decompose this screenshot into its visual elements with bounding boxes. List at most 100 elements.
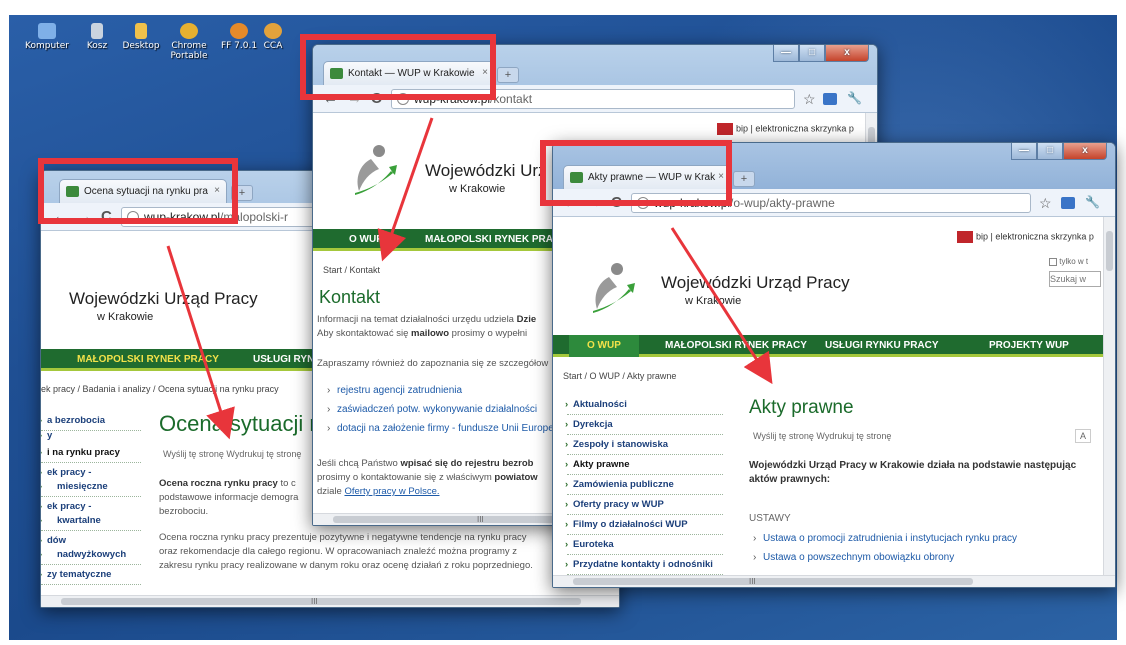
org-name: Wojewódzki Urz [425, 161, 547, 180]
side-item[interactable]: miesięczne [41, 477, 141, 497]
side-item[interactable]: ek pracy - [41, 497, 141, 516]
side-item[interactable]: i na rynku pracy [41, 443, 141, 463]
org-subtitle: w Krakowie [97, 311, 154, 323]
search-input[interactable] [1049, 271, 1101, 287]
desktop-icon-chrome-portable[interactable]: Chrome Portable [165, 23, 213, 61]
bookmark-star-icon[interactable]: ☆ [1039, 195, 1052, 212]
org-subtitle: w Krakowie [449, 183, 506, 195]
menu-item-malopolski[interactable]: MAŁOPOLSKI RYNEK PRAC [425, 234, 560, 245]
scroll-thumb [573, 578, 973, 585]
menu-item-projekty[interactable]: PROJEKTY WUP [989, 340, 1069, 351]
side-item[interactable]: y [41, 431, 141, 443]
side-item-euroteka[interactable]: Euroteka [565, 535, 723, 555]
wrench-icon[interactable]: 🔧 [847, 91, 862, 105]
wup-logo-icon [593, 263, 635, 313]
side-item[interactable]: kwartalne [41, 511, 141, 531]
cca-icon [264, 23, 282, 39]
page-actions[interactable]: Wyślij tę stronę Wydrukuj tę stronę [163, 449, 301, 459]
section-heading: USTAWY [749, 513, 791, 524]
side-item-kontakty[interactable]: Przydatne kontakty i odnośniki [565, 555, 723, 575]
wrench-icon[interactable]: 🔧 [1085, 195, 1100, 209]
link-item[interactable]: dotacji na założenie firmy - fundusze Un… [327, 423, 556, 442]
window-controls: — □ x [773, 45, 869, 63]
scroll-thumb [61, 598, 581, 605]
desktop-icon-recycle-bin[interactable]: Kosz [73, 23, 121, 51]
side-item[interactable]: nadwyżkowych [41, 545, 141, 565]
org-subtitle: w Krakowie [685, 295, 742, 307]
new-tab-button[interactable]: + [497, 67, 519, 83]
side-menu: Aktualności Dyrekcja Zespoły i stanowisk… [565, 395, 723, 575]
breadcrumb[interactable]: Start / Kontakt [323, 265, 380, 275]
page-heading: Akty prawne [749, 397, 854, 418]
breadcrumb[interactable]: ek pracy / Badania i analizy / Ocena syt… [41, 384, 279, 394]
extension-icon[interactable] [1061, 197, 1075, 209]
invite-paragraph: Zapraszamy również do zapoznania się ze … [317, 358, 549, 369]
side-item-aktualnosci[interactable]: Aktualności [565, 395, 723, 415]
highlight-box-ocena-tab [38, 158, 238, 224]
body-paragraph: Ocena roczna rynku pracy prezentuje pozy… [159, 532, 533, 571]
menu-item-uslugi[interactable]: USŁUGI RYNKU PRACY [825, 340, 939, 351]
scroll-grip: III [311, 597, 318, 606]
font-size-button[interactable]: A [1075, 429, 1092, 443]
vertical-scrollbar[interactable] [1103, 217, 1115, 575]
minimize-button[interactable]: — [1011, 143, 1037, 160]
org-name: Wojewódzki Urząd Pracy [661, 273, 850, 292]
main-menu: O WUP MAŁOPOLSKI RYNEK PRACY USŁUGI RYNK… [553, 335, 1115, 357]
scroll-grip: III [749, 577, 756, 586]
side-item[interactable]: zy tematyczne [41, 565, 141, 585]
close-button[interactable]: x [1063, 143, 1107, 160]
maximize-button[interactable]: □ [1037, 143, 1063, 160]
folder-icon [135, 23, 147, 39]
scroll-grip: III [477, 515, 484, 524]
menu-item-o-wup[interactable]: O WUP [349, 234, 383, 245]
desktop-icon-computer[interactable]: Komputer [23, 23, 71, 51]
desktop-icon-cca[interactable]: CCA [249, 23, 297, 51]
link-item[interactable]: zaświadczeń potw. wykonywanie działalnoś… [327, 404, 556, 423]
horizontal-scrollbar[interactable]: III [553, 575, 1115, 587]
side-item-oferty[interactable]: Oferty pracy w WUP [565, 495, 723, 515]
new-tab-button[interactable]: + [733, 171, 755, 187]
side-item[interactable]: a bezrobocia [41, 411, 141, 431]
breadcrumb[interactable]: Start / O WUP / Akty prawne [563, 371, 676, 381]
side-item-akty-prawne[interactable]: Akty prawne [565, 455, 723, 475]
menu-item-malopolski[interactable]: MAŁOPOLSKI RYNEK PRACY [665, 340, 807, 351]
firefox-icon [230, 23, 248, 39]
highlight-box-kontakt-tab [300, 34, 496, 100]
law-link[interactable]: Ustawa o promocji zatrudnienia i instytu… [753, 533, 1017, 552]
side-item-dyrekcja[interactable]: Dyrekcja [565, 415, 723, 435]
link-list: rejestru agencji zatrudnienia zaświadcze… [327, 385, 556, 442]
horizontal-scrollbar[interactable]: III [41, 595, 619, 607]
menu-item-malopolski[interactable]: MAŁOPOLSKI RYNEK PRACY [77, 354, 219, 365]
top-links: bip | elektroniczna skrzynka p [957, 231, 1094, 243]
side-item[interactable]: dów [41, 531, 141, 550]
extension-icon[interactable] [823, 93, 837, 105]
minimize-button[interactable]: — [773, 45, 799, 62]
highlight-box-akty-tab [540, 140, 732, 206]
bip-icon [717, 123, 733, 135]
bookmark-star-icon[interactable]: ☆ [803, 91, 816, 108]
side-item-filmy[interactable]: Filmy o działalności WUP [565, 515, 723, 535]
wup-logo-icon [355, 145, 397, 195]
side-item-zespoly[interactable]: Zespoły i stanowiska [565, 435, 723, 455]
bip-icon [957, 231, 973, 243]
menu-item-o-wup[interactable]: O WUP [569, 335, 639, 357]
law-link[interactable]: Ustawa o powszechnym obowiązku obrony [753, 552, 1017, 571]
registry-paragraph: Jeśli chcą Państwo wpisać się do rejestr… [317, 458, 538, 497]
link-item[interactable]: rejestru agencji zatrudnienia [327, 385, 556, 404]
oferty-link[interactable]: Oferty pracy w Polsce. [344, 486, 439, 497]
maximize-button[interactable]: □ [799, 45, 825, 62]
law-list: Ustawa o promocji zatrudnienia i instytu… [753, 533, 1017, 571]
side-item[interactable]: ek pracy - [41, 463, 141, 482]
browser-window-akty-prawne[interactable]: — □ x Akty prawne — WUP w Krak × + ← → C… [552, 142, 1116, 588]
close-button[interactable]: x [825, 45, 869, 62]
search-scope-checkbox[interactable]: tylko w t [1049, 257, 1088, 266]
page-heading: Kontakt [319, 287, 381, 307]
top-links: bip | elektroniczna skrzynka p [717, 123, 854, 135]
page-heading: Ocena sytuacji r [159, 411, 317, 436]
desktop-icon-desktop[interactable]: Desktop [117, 23, 165, 51]
computer-icon [38, 23, 56, 39]
chrome-icon [180, 23, 198, 39]
side-item-zamowienia[interactable]: Zamówienia publiczne [565, 475, 723, 495]
page-actions[interactable]: Wyślij tę stronę Wydrukuj tę stronę [753, 431, 891, 441]
side-menu: a bezrobocia y i na rynku pracy ek pracy… [41, 411, 141, 585]
